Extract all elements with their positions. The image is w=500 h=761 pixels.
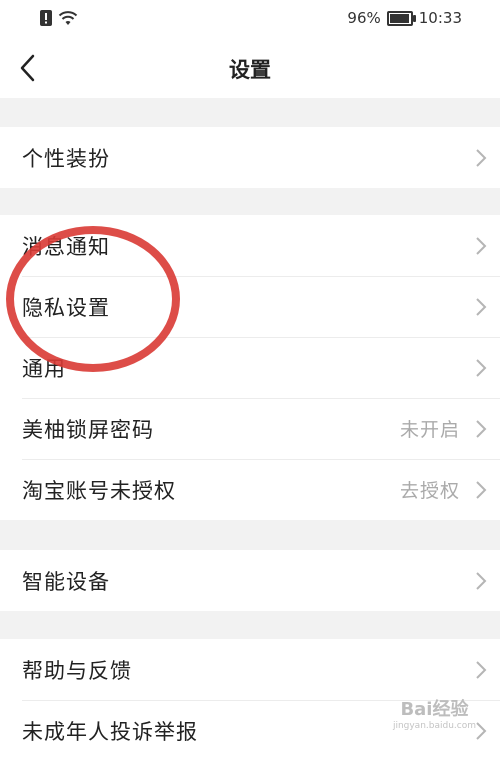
menu-item-general[interactable]: 通用 — [0, 337, 500, 398]
status-right: 96% 10:33 — [347, 9, 462, 27]
menu-item-lockscreen-password[interactable]: 美柚锁屏密码 未开启 — [0, 398, 500, 459]
settings-group-general: 消息通知 隐私设置 通用 美柚锁屏密码 未开启 淘宝账号未授权 去授权 — [0, 215, 500, 520]
menu-item-label: 消息通知 — [22, 234, 110, 259]
menu-item-smart-devices[interactable]: 智能设备 — [0, 550, 500, 611]
menu-item-help-feedback[interactable]: 帮助与反馈 — [0, 639, 500, 700]
battery-icon — [386, 10, 416, 26]
menu-item-notifications[interactable]: 消息通知 — [0, 215, 500, 276]
battery-percent: 96% — [347, 9, 381, 27]
clock: 10:33 — [418, 9, 462, 27]
chevron-right-icon — [476, 358, 487, 377]
menu-item-label: 未成年人投诉举报 — [22, 719, 198, 744]
chevron-right-icon — [476, 571, 487, 590]
status-left-icons — [40, 10, 78, 26]
chevron-right-icon — [476, 236, 487, 255]
menu-item-value: 去授权 — [399, 480, 460, 502]
settings-group-appearance: 个性装扮 — [0, 127, 500, 188]
status-bar: 96% 10:33 — [0, 0, 500, 38]
settings-group-devices: 智能设备 — [0, 550, 500, 611]
watermark-url: jingyan.baidu.com — [392, 721, 476, 731]
nav-header: 设置 — [0, 38, 500, 98]
alert-sim-icon — [40, 10, 52, 26]
chevron-right-icon — [476, 297, 487, 316]
menu-item-label: 美柚锁屏密码 — [22, 417, 154, 442]
wifi-icon — [58, 11, 78, 25]
menu-item-value: 未开启 — [399, 419, 460, 441]
chevron-right-icon — [476, 480, 487, 499]
watermark-logo: Bai经验 — [400, 699, 469, 720]
menu-item-privacy[interactable]: 隐私设置 — [0, 276, 500, 337]
menu-item-label: 通用 — [22, 356, 66, 381]
chevron-right-icon — [476, 660, 487, 679]
menu-item-label: 淘宝账号未授权 — [22, 478, 176, 503]
menu-item-label: 隐私设置 — [22, 295, 110, 320]
page-title: 设置 — [229, 58, 271, 82]
menu-item-taobao-account[interactable]: 淘宝账号未授权 去授权 — [0, 459, 500, 520]
chevron-right-icon — [476, 148, 487, 167]
chevron-right-icon — [476, 721, 487, 740]
menu-item-label: 智能设备 — [22, 569, 110, 594]
menu-item-label: 帮助与反馈 — [22, 658, 132, 683]
menu-item-personal-dressup[interactable]: 个性装扮 — [0, 127, 500, 188]
chevron-right-icon — [476, 419, 487, 438]
watermark: Bai经验 jingyan.baidu.com — [393, 695, 476, 731]
menu-item-label: 个性装扮 — [22, 146, 110, 171]
